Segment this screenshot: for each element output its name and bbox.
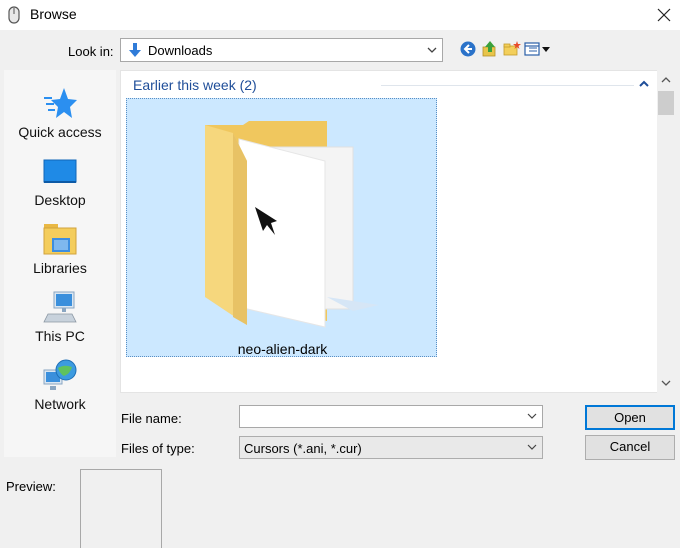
close-button[interactable] <box>648 0 680 30</box>
place-quick-access[interactable]: Quick access <box>4 76 116 142</box>
network-icon <box>43 359 77 390</box>
place-label: Network <box>34 396 86 412</box>
open-button[interactable]: Open <box>585 405 675 430</box>
chevron-down-icon[interactable] <box>527 412 537 420</box>
chevron-down-icon <box>427 47 437 53</box>
file-list[interactable]: Earlier this week (2) neo-alien-dark <box>120 70 657 393</box>
place-this-pc[interactable]: This PC <box>4 280 116 346</box>
view-menu-button[interactable] <box>524 40 552 58</box>
computer-icon <box>43 291 77 323</box>
new-folder-icon[interactable] <box>503 40 521 58</box>
downloads-folder-icon <box>129 43 141 57</box>
place-libraries[interactable]: Libraries <box>4 212 116 278</box>
place-label: This PC <box>35 328 85 344</box>
file-item-name: neo-alien-dark <box>237 341 328 357</box>
file-name-label: File name: <box>121 411 182 426</box>
title-bar <box>0 0 680 30</box>
scroll-up-icon[interactable] <box>661 76 671 84</box>
mouse-icon <box>8 6 20 24</box>
look-in-label: Look in: <box>68 44 114 59</box>
star-icon <box>44 88 77 118</box>
desktop-icon <box>43 159 77 183</box>
place-label: Quick access <box>18 124 102 140</box>
look-in-value: Downloads <box>148 43 213 58</box>
place-desktop[interactable]: Desktop <box>4 144 116 210</box>
places-bar: Quick access Desktop Libraries This PC N… <box>4 70 116 457</box>
files-of-type-label: Files of type: <box>121 441 195 456</box>
group-divider <box>381 85 634 86</box>
close-icon <box>657 8 671 22</box>
up-folder-icon[interactable] <box>481 40 499 58</box>
libraries-icon <box>43 224 77 255</box>
look-in-dropdown[interactable]: Downloads <box>120 38 443 62</box>
files-of-type-select[interactable]: Cursors (*.ani, *.cur) <box>239 436 543 459</box>
files-of-type-value: Cursors (*.ani, *.cur) <box>244 441 362 456</box>
view-menu-icon <box>524 42 550 56</box>
file-name-input[interactable] <box>240 406 520 427</box>
preview-pane <box>80 469 162 548</box>
place-network[interactable]: Network <box>4 348 116 414</box>
chevron-up-icon[interactable] <box>637 77 651 91</box>
file-name-field[interactable] <box>239 405 543 428</box>
folder-icon <box>205 121 379 328</box>
place-label: Libraries <box>33 260 87 276</box>
file-item[interactable]: neo-alien-dark <box>126 98 437 357</box>
vertical-scrollbar[interactable] <box>657 70 675 393</box>
back-icon[interactable] <box>459 40 477 58</box>
group-header[interactable]: Earlier this week (2) <box>133 77 257 93</box>
chevron-down-icon <box>527 444 537 450</box>
window-title: Browse <box>30 6 77 22</box>
scrollbar-thumb[interactable] <box>658 91 674 115</box>
place-label: Desktop <box>34 192 86 208</box>
scroll-down-icon[interactable] <box>661 379 671 387</box>
preview-label: Preview: <box>6 479 56 494</box>
cancel-button[interactable]: Cancel <box>585 435 675 460</box>
